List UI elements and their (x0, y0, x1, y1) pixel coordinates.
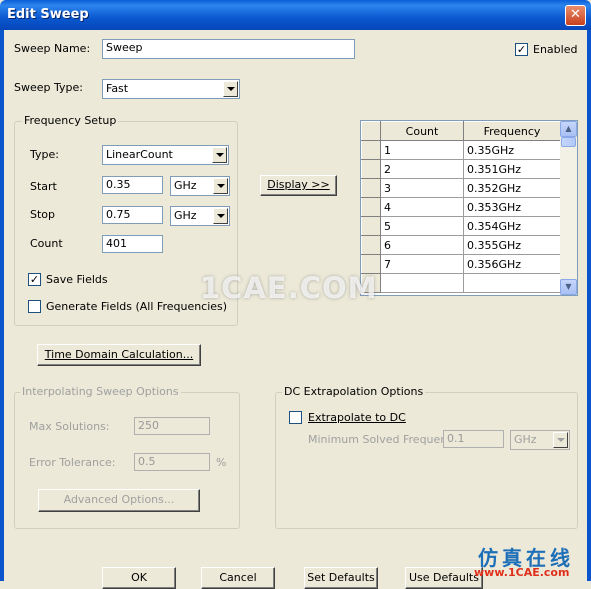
stop-label: Stop (30, 208, 56, 221)
window-border (587, 30, 591, 581)
close-button[interactable]: ✕ (565, 5, 586, 26)
frequency-cell: 0.354GHz (463, 216, 561, 236)
table-row[interactable]: 1 0.35GHz (361, 140, 561, 160)
error-tolerance-input[interactable]: 0.5 (134, 453, 210, 471)
sweep-name-input[interactable]: Sweep (102, 39, 355, 59)
save-fields-label: Save Fields (46, 273, 108, 286)
dc-extrapolation-title: DC Extrapolation Options (282, 385, 426, 398)
min-frequency-unit-value: GHz (514, 433, 537, 446)
scroll-up-icon[interactable]: ▲ (560, 121, 577, 137)
max-solutions-input[interactable]: 250 (134, 417, 210, 435)
start-unit-select[interactable]: GHz (170, 176, 230, 196)
min-solved-frequency-label: Minimum Solved Frequency (308, 433, 460, 446)
frequency-cell: 0.35GHz (463, 140, 561, 160)
cancel-button[interactable]: Cancel (201, 567, 275, 589)
error-tolerance-label: Error Tolerance: (29, 456, 116, 469)
count-cell: 4 (380, 197, 464, 217)
use-defaults-button[interactable]: Use Defaults (405, 567, 483, 589)
frequency-cell: 0.355GHz (463, 235, 561, 255)
frequency-cell: 0.352GHz (463, 178, 561, 198)
min-solved-frequency-input[interactable]: 0.1 (443, 430, 504, 448)
table-row[interactable]: 6 0.355GHz (361, 235, 561, 255)
freq-type-select[interactable]: LinearCount (102, 145, 229, 165)
table-row[interactable]: 7 0.356GHz (361, 254, 561, 274)
count-cell: 7 (380, 254, 464, 274)
scroll-down-icon[interactable]: ▼ (560, 279, 577, 295)
advanced-options-button[interactable]: Advanced Options... (38, 489, 200, 512)
check-icon: ✓ (516, 43, 527, 56)
stop-unit-select[interactable]: GHz (170, 206, 230, 226)
watermark-url: www.1CAE.com (474, 566, 570, 579)
chevron-down-icon[interactable] (213, 208, 228, 224)
column-header-frequency[interactable]: Frequency (463, 121, 561, 141)
error-unit-label: % (216, 456, 227, 469)
table-row[interactable] (361, 273, 561, 293)
start-label: Start (30, 180, 57, 193)
window-border (0, 30, 4, 581)
time-domain-button[interactable]: Time Domain Calculation... (37, 344, 201, 366)
ok-button[interactable]: OK (102, 567, 176, 589)
table-row[interactable]: 3 0.352GHz (361, 178, 561, 198)
chevron-down-icon[interactable] (223, 81, 238, 97)
frequency-table[interactable]: Count Frequency 1 0.35GHz 2 0.351GHz 3 0.35… (360, 120, 578, 296)
count-cell: 2 (380, 159, 464, 179)
count-input[interactable]: 401 (102, 235, 163, 253)
interpolating-options-title: Interpolating Sweep Options (20, 385, 181, 398)
sweep-type-value: Fast (106, 82, 129, 95)
column-header-count[interactable]: Count (380, 121, 464, 141)
enabled-label: Enabled (533, 43, 578, 56)
table-row[interactable]: 4 0.353GHz (361, 197, 561, 217)
freq-type-label: Type: (30, 148, 59, 161)
window-title: Edit Sweep (7, 7, 89, 22)
enabled-checkbox[interactable]: ✓ (515, 43, 528, 56)
save-fields-checkbox[interactable]: ✓ (28, 273, 41, 286)
frequency-cell: 0.356GHz (463, 254, 561, 274)
generate-fields-checkbox[interactable] (28, 300, 41, 313)
count-cell: 3 (380, 178, 464, 198)
count-cell: 6 (380, 235, 464, 255)
frequency-cell: 0.351GHz (463, 159, 561, 179)
table-row[interactable]: 5 0.354GHz (361, 216, 561, 236)
count-label: Count (30, 237, 63, 250)
display-button[interactable]: Display >> (260, 175, 337, 196)
watermark-text: 1CAE.COM (200, 271, 378, 305)
chevron-down-icon[interactable] (553, 432, 568, 448)
check-icon: ✓ (29, 273, 40, 286)
freq-type-value: LinearCount (106, 148, 173, 161)
time-domain-label: Time Domain Calculation... (44, 348, 194, 361)
start-unit-value: GHz (174, 179, 197, 192)
min-frequency-unit-select[interactable]: GHz (510, 430, 570, 450)
stop-input[interactable]: 0.75 (102, 206, 163, 224)
table-header-row: Count Frequency (361, 121, 561, 141)
max-solutions-label: Max Solutions: (29, 420, 110, 433)
stop-unit-value: GHz (174, 209, 197, 222)
count-cell: 1 (380, 140, 464, 160)
count-cell: 5 (380, 216, 464, 236)
start-input[interactable]: 0.35 (102, 176, 163, 194)
row-header-corner (361, 121, 381, 141)
sweep-type-label: Sweep Type: (14, 81, 83, 94)
frequency-cell: 0.353GHz (463, 197, 561, 217)
extrapolate-dc-label: Extrapolate to DC (308, 411, 406, 424)
set-defaults-button[interactable]: Set Defaults (304, 567, 378, 589)
table-row[interactable]: 2 0.351GHz (361, 159, 561, 179)
sweep-name-label: Sweep Name: (14, 42, 91, 55)
sweep-type-select[interactable]: Fast (102, 79, 240, 99)
chevron-down-icon[interactable] (212, 147, 227, 163)
chevron-down-icon[interactable] (213, 178, 228, 194)
table-scrollbar[interactable] (560, 121, 577, 295)
extrapolate-dc-checkbox[interactable] (289, 411, 302, 424)
scrollbar-thumb[interactable] (561, 137, 576, 147)
frequency-setup-title: Frequency Setup (22, 114, 119, 127)
